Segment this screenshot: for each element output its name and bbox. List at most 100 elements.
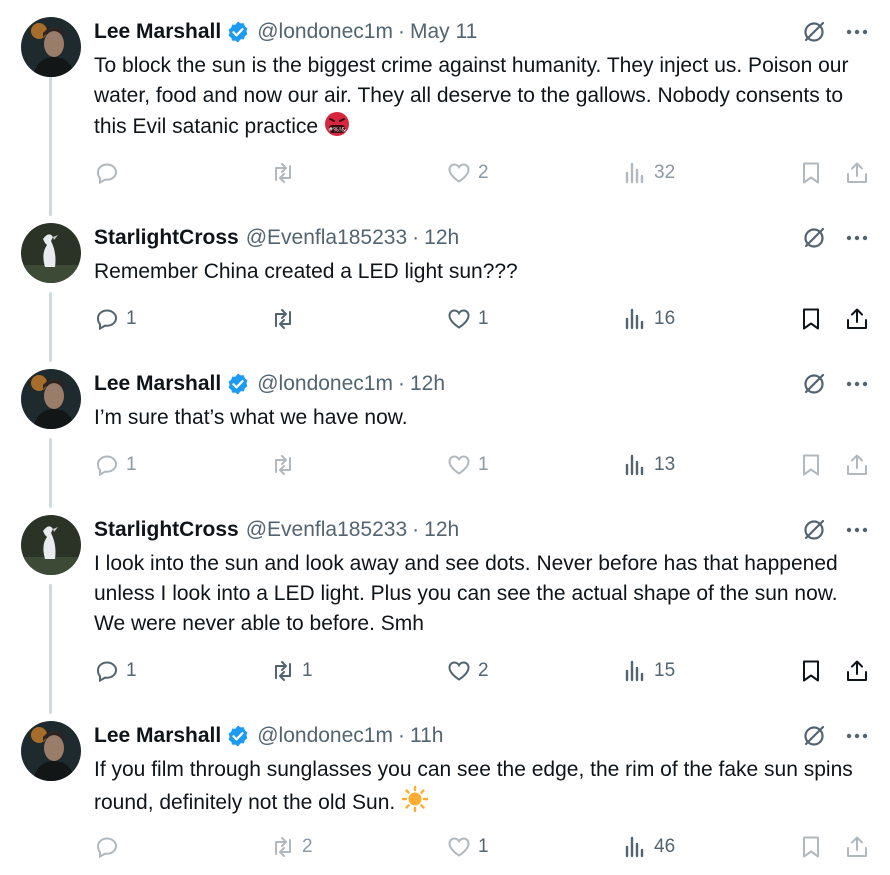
retweet-button[interactable] (270, 158, 302, 188)
tweet-actions: 1 1 2 15 (0, 656, 890, 686)
tweet-timestamp[interactable]: May 11 (410, 17, 477, 47)
retweet-button[interactable]: 1 (270, 656, 313, 686)
author-name[interactable]: Lee Marshall (94, 17, 221, 47)
views-chart-icon (625, 454, 644, 476)
like-button[interactable]: 2 (446, 158, 489, 188)
reply-button[interactable]: 1 (94, 450, 137, 480)
author-name[interactable]: StarlightCross (94, 515, 239, 545)
retweet-icon (275, 309, 291, 329)
tweet-timestamp[interactable]: 12h (424, 223, 459, 253)
tweet-text: I’m sure that’s what we have now. (94, 403, 870, 433)
heart-icon (448, 661, 470, 681)
views-count: 13 (654, 454, 676, 475)
bookmark-button[interactable] (798, 158, 824, 188)
views-count: 16 (654, 308, 676, 329)
tweet-text-body: I look into the sun and look away and se… (94, 552, 838, 635)
share-button[interactable] (844, 450, 870, 480)
retweet-icon (275, 837, 291, 857)
face-with-symbols-on-mouth-icon: #%!& (324, 112, 349, 136)
like-button[interactable]: 1 (446, 304, 489, 334)
retweet-icon (275, 455, 291, 475)
share-button[interactable] (844, 656, 870, 686)
views-count: 15 (654, 660, 676, 681)
bookmark-icon (803, 308, 819, 330)
like-count: 1 (478, 308, 489, 329)
views-chart-icon (625, 308, 644, 330)
share-button[interactable] (844, 304, 870, 334)
grok-icon[interactable] (801, 19, 827, 45)
tweet-timestamp[interactable]: 12h (410, 369, 445, 399)
reply-count: 1 (126, 454, 137, 475)
author-name[interactable]: Lee Marshall (94, 369, 221, 399)
views-button[interactable]: 46 (622, 832, 675, 862)
like-button[interactable]: 1 (446, 450, 489, 480)
grok-icon[interactable] (801, 371, 827, 397)
separator-dot: · (412, 226, 420, 249)
bookmark-button[interactable] (798, 450, 824, 480)
tweet-timestamp[interactable]: 12h (424, 515, 459, 545)
avatar-starlightcross[interactable] (21, 223, 81, 283)
sun-emoji-icon (401, 785, 429, 813)
author-handle[interactable]: @londonec1m (257, 721, 393, 751)
tweet-actions: 2 1 46 (0, 832, 890, 862)
reply-button[interactable]: 1 (94, 656, 137, 686)
tweet-text-body: To block the sun is the biggest crime ag… (94, 54, 849, 138)
tweet-actions: 1 1 13 (0, 450, 890, 480)
more-options-icon[interactable] (844, 19, 870, 45)
views-button[interactable]: 32 (622, 158, 675, 188)
like-count: 1 (478, 454, 489, 475)
verified-badge-icon (228, 725, 248, 747)
more-options-icon[interactable] (844, 371, 870, 397)
tweet-actions: 2 32 (0, 158, 890, 188)
tweet-timestamp[interactable]: 11h (410, 721, 443, 751)
share-button[interactable] (844, 158, 870, 188)
author-name[interactable]: Lee Marshall (94, 721, 221, 751)
more-options-icon[interactable] (844, 517, 870, 543)
views-button[interactable]: 13 (622, 450, 675, 480)
share-button[interactable] (844, 832, 870, 862)
bookmark-button[interactable] (798, 832, 824, 862)
more-options-icon[interactable] (844, 723, 870, 749)
views-button[interactable]: 15 (622, 656, 675, 686)
grok-icon[interactable] (801, 723, 827, 749)
retweet-button[interactable]: 2 (270, 832, 313, 862)
author-handle[interactable]: @Evenfla185233 (246, 223, 407, 253)
retweet-button[interactable] (270, 450, 302, 480)
grok-icon[interactable] (801, 225, 827, 251)
reply-button[interactable] (94, 832, 126, 862)
separator-dot: · (397, 724, 405, 747)
reply-icon (96, 455, 118, 477)
like-count: 1 (478, 836, 489, 857)
avatar-starlightcross[interactable] (21, 515, 81, 575)
heart-icon (448, 163, 470, 183)
verified-badge-icon (228, 21, 248, 43)
avatar-lee-marshall[interactable] (21, 721, 81, 781)
avatar-lee-marshall[interactable] (21, 17, 81, 77)
avatar-lee-marshall[interactable] (21, 369, 81, 429)
tweet-text: I look into the sun and look away and se… (94, 549, 870, 639)
author-name[interactable]: StarlightCross (94, 223, 239, 253)
reply-button[interactable] (94, 158, 126, 188)
more-options-icon[interactable] (844, 225, 870, 251)
verified-badge-icon (228, 373, 248, 395)
author-handle[interactable]: @londonec1m (257, 17, 393, 47)
retweet-count: 1 (302, 660, 313, 681)
like-button[interactable]: 1 (446, 832, 489, 862)
bookmark-button[interactable] (798, 656, 824, 686)
reply-button[interactable]: 1 (94, 304, 137, 334)
author-handle[interactable]: @londonec1m (257, 369, 393, 399)
reply-icon (96, 837, 118, 859)
reply-icon (96, 661, 118, 683)
views-button[interactable]: 16 (622, 304, 675, 334)
reply-count: 1 (126, 308, 137, 329)
grok-icon[interactable] (801, 517, 827, 543)
share-icon (847, 454, 867, 475)
tweet-text-body: Remember China created a LED light sun??… (94, 260, 518, 283)
author-handle[interactable]: @Evenfla185233 (246, 515, 407, 545)
retweet-button[interactable] (270, 304, 302, 334)
thread-line (49, 584, 52, 714)
like-button[interactable]: 2 (446, 656, 489, 686)
bookmark-button[interactable] (798, 304, 824, 334)
reply-icon (96, 309, 118, 331)
reply-count: 1 (126, 660, 137, 681)
